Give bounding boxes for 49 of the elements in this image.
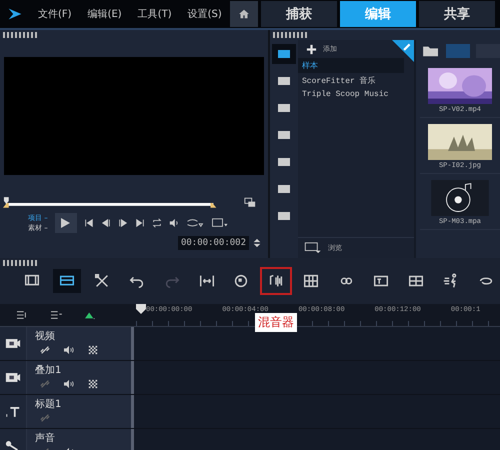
playhead-icon[interactable] bbox=[136, 304, 146, 314]
screen-size-icon[interactable] bbox=[244, 196, 256, 208]
skip-end-icon[interactable] bbox=[134, 218, 145, 228]
mixer-button[interactable] bbox=[262, 269, 290, 293]
spinner-icon[interactable] bbox=[252, 238, 262, 248]
menu-item[interactable]: 编辑(E) bbox=[88, 7, 122, 21]
marker-dropdown-icon[interactable] bbox=[84, 310, 96, 320]
track-name: 标题1 bbox=[35, 398, 62, 411]
menu-item[interactable]: 文件(F) bbox=[38, 7, 72, 21]
play-button[interactable] bbox=[54, 213, 77, 233]
browse-icon[interactable] bbox=[304, 242, 322, 254]
add-folder-icon[interactable] bbox=[422, 44, 440, 58]
grid-icon bbox=[302, 272, 320, 290]
folder-item[interactable]: 样本 bbox=[298, 58, 404, 73]
tab[interactable]: 捕获 bbox=[260, 1, 337, 27]
timecode-field[interactable]: 00:00:00:002 bbox=[178, 236, 249, 250]
timeline-button[interactable] bbox=[52, 269, 81, 293]
play-icon bbox=[58, 217, 71, 229]
track-name: 声音 bbox=[35, 432, 56, 445]
folder-item[interactable]: Triple Scoop Music bbox=[298, 88, 404, 101]
checker-icon[interactable] bbox=[87, 379, 99, 389]
track-name: 视频 bbox=[35, 330, 56, 343]
add-icon[interactable] bbox=[306, 44, 317, 54]
home-button[interactable] bbox=[230, 1, 258, 27]
volume-icon[interactable] bbox=[168, 218, 179, 228]
tools-icon bbox=[92, 272, 111, 290]
skip-start-icon[interactable] bbox=[84, 218, 94, 228]
aspect-dropdown-icon[interactable] bbox=[210, 218, 229, 228]
menu-item[interactable]: 设置(S) bbox=[188, 7, 222, 21]
track-manager-icon[interactable] bbox=[16, 310, 28, 320]
overlay-track-icon bbox=[5, 372, 21, 383]
menu-item[interactable]: 工具(T) bbox=[138, 7, 172, 21]
repeat-icon[interactable] bbox=[152, 218, 162, 228]
video-track-icon bbox=[5, 338, 21, 349]
voice-track-icon bbox=[5, 440, 21, 450]
pin-icon[interactable] bbox=[392, 40, 414, 62]
home-icon bbox=[236, 7, 251, 21]
volume-icon[interactable] bbox=[63, 345, 75, 355]
step-back-icon[interactable] bbox=[100, 218, 111, 228]
title-track-icon bbox=[5, 406, 21, 417]
hd-dropdown-icon[interactable] bbox=[186, 218, 204, 228]
step-forward-icon[interactable] bbox=[118, 218, 128, 228]
volume-icon[interactable] bbox=[63, 379, 75, 389]
checker-icon[interactable] bbox=[87, 345, 99, 355]
tab[interactable]: 共享 bbox=[418, 1, 495, 27]
folder-item[interactable]: ScoreFitter 音乐 bbox=[298, 73, 404, 88]
callout-label: 混音器 bbox=[255, 313, 297, 332]
track-name: 叠加1 bbox=[35, 364, 62, 377]
chapter-icon[interactable] bbox=[50, 310, 62, 320]
